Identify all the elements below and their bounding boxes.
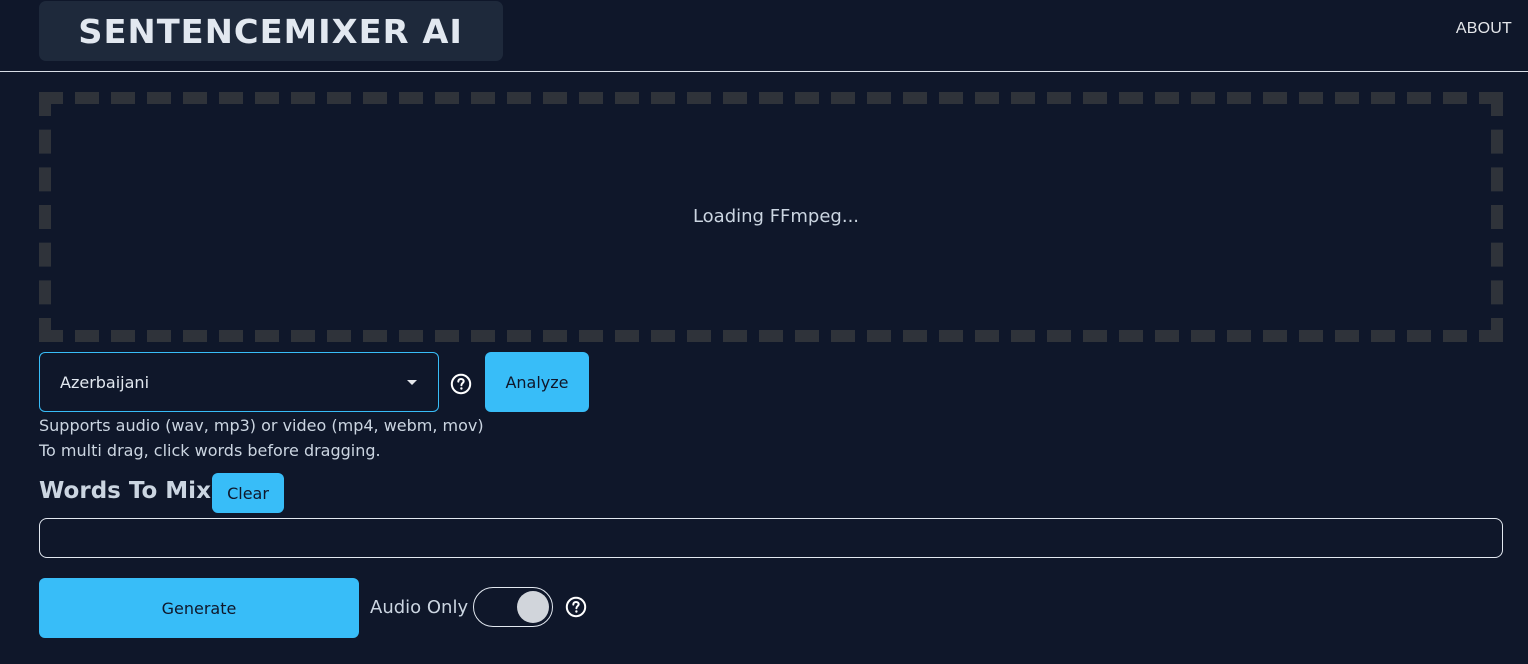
about-link[interactable]: ABOUT xyxy=(1456,20,1512,38)
app-header: SENTENCEMIXER AI ABOUT xyxy=(0,0,1528,72)
language-help-icon[interactable] xyxy=(450,373,472,395)
dropzone-status: Loading FFmpeg... xyxy=(692,205,860,227)
chevron-down-icon xyxy=(407,380,417,385)
audio-only-toggle[interactable] xyxy=(473,587,553,627)
audio-only-label: Audio Only xyxy=(370,597,469,618)
clear-button[interactable]: Clear xyxy=(212,473,284,513)
supported-formats-hint: Supports audio (wav, mp3) or video (mp4,… xyxy=(39,416,484,435)
words-to-mix-title: Words To Mix xyxy=(39,478,211,504)
audio-only-help-icon[interactable] xyxy=(565,596,587,618)
app-logo[interactable]: SENTENCEMIXER AI xyxy=(39,1,503,61)
multi-drag-hint: To multi drag, click words before draggi… xyxy=(39,441,381,460)
question-circle-icon xyxy=(565,596,587,618)
language-select[interactable]: Azerbaijani xyxy=(39,352,439,412)
file-dropzone[interactable]: Loading FFmpeg... xyxy=(39,92,1503,342)
analyze-button[interactable]: Analyze xyxy=(485,352,589,412)
generate-button[interactable]: Generate xyxy=(39,578,359,638)
words-to-mix-box[interactable] xyxy=(39,518,1503,558)
logo-text: SENTENCEMIXER AI xyxy=(78,11,464,51)
toggle-knob xyxy=(517,591,549,623)
language-select-value: Azerbaijani xyxy=(60,373,150,392)
question-circle-icon xyxy=(450,373,472,395)
